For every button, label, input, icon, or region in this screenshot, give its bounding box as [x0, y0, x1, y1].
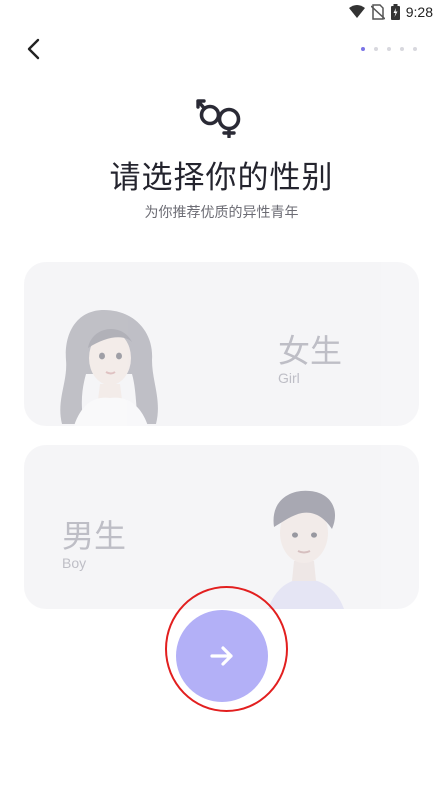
step-dot: [400, 47, 404, 51]
battery-icon: [390, 4, 400, 20]
step-dot: [387, 47, 391, 51]
option-sub-male: Boy: [62, 555, 87, 571]
option-label-female: 女生: [278, 332, 343, 370]
gender-symbol-icon: [196, 99, 241, 138]
step-indicator: [361, 47, 417, 51]
no-sim-icon: [370, 4, 385, 20]
arrow-right-icon: [210, 646, 233, 666]
status-icons: 9:28: [348, 4, 433, 20]
page-title: 请选择你的性别: [109, 160, 334, 196]
next-button[interactable]: [176, 610, 268, 702]
status-time: 9:28: [405, 4, 433, 20]
option-sub-female: Girl: [278, 370, 300, 386]
step-dot-active: [361, 47, 365, 51]
girl-illustration: [60, 310, 158, 426]
step-dot: [413, 47, 417, 51]
wifi-icon: [348, 5, 365, 18]
option-card-male[interactable]: 男生 Boy: [24, 445, 419, 609]
option-card-female[interactable]: 女生 Girl: [24, 262, 419, 426]
page-subtitle: 为你推荐优质的异性青年: [144, 205, 299, 221]
option-label-male: 男生: [62, 517, 127, 555]
step-dot: [374, 47, 378, 51]
back-button[interactable]: [18, 34, 48, 64]
boy-illustration: [268, 490, 344, 609]
chevron-left-icon: [27, 38, 40, 60]
status-bar: 9:28: [0, 0, 443, 26]
